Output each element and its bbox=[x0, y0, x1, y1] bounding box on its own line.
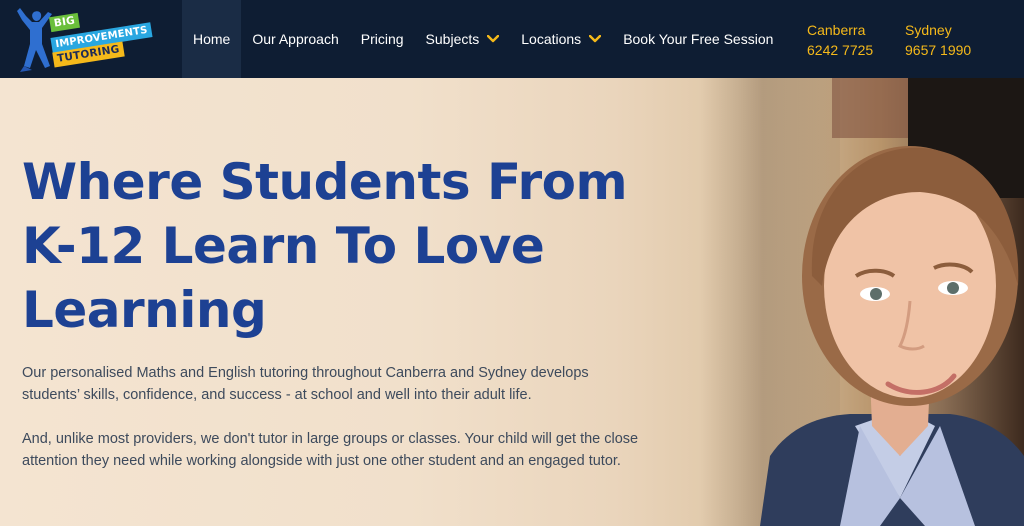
chevron-down-icon bbox=[589, 35, 602, 43]
nav-subjects[interactable]: Subjects bbox=[415, 0, 511, 78]
contact-canberra-phone[interactable]: 6242 7725 bbox=[807, 40, 873, 60]
contact-sydney[interactable]: Sydney 9657 1990 bbox=[905, 20, 971, 60]
nav-book-free-session[interactable]: Book Your Free Session bbox=[612, 0, 784, 78]
nav-locations[interactable]: Locations bbox=[510, 0, 612, 78]
hero-paragraph-small-groups: And, unlike most providers, we don't tut… bbox=[22, 431, 639, 469]
contact-canberra-city: Canberra bbox=[807, 22, 866, 38]
hero-headline-line1: Where Students From bbox=[22, 153, 628, 211]
hero-headline: Where Students From K-12 Learn To Love L… bbox=[22, 150, 642, 342]
site-logo[interactable]: BIG IMPROVEMENTS TUTORING bbox=[12, 6, 172, 74]
nav-home[interactable]: Home bbox=[182, 0, 242, 78]
contact-canberra[interactable]: Canberra 6242 7725 bbox=[807, 20, 873, 60]
nav-home-label: Home bbox=[193, 31, 231, 47]
nav-our-approach[interactable]: Our Approach bbox=[241, 0, 349, 78]
nav-book-free-session-label: Book Your Free Session bbox=[623, 31, 774, 47]
hero-headline-line2: K-12 Learn To Love bbox=[22, 217, 545, 275]
nav-subjects-label: Subjects bbox=[425, 31, 480, 47]
main-menu: Home Our Approach Pricing Subjects Locat… bbox=[182, 0, 784, 78]
contact-sydney-phone[interactable]: 9657 1990 bbox=[905, 40, 971, 60]
nav-our-approach-label: Our Approach bbox=[252, 31, 339, 47]
hero-headline-line3: Learning bbox=[22, 281, 267, 339]
logo-text-big: BIG bbox=[49, 12, 81, 33]
chevron-down-icon bbox=[487, 35, 500, 43]
nav-locations-label: Locations bbox=[521, 31, 582, 47]
hero-section: Where Students From K-12 Learn To Love L… bbox=[0, 78, 1024, 526]
nav-pricing[interactable]: Pricing bbox=[350, 0, 415, 78]
student-photo bbox=[760, 146, 1024, 526]
hero-paragraph-intro: Our personalised Maths and English tutor… bbox=[22, 365, 589, 403]
contact-sydney-city: Sydney bbox=[905, 22, 952, 38]
top-navigation: BIG IMPROVEMENTS TUTORING Home Our Appro… bbox=[0, 0, 1024, 78]
nav-pricing-label: Pricing bbox=[360, 31, 404, 47]
